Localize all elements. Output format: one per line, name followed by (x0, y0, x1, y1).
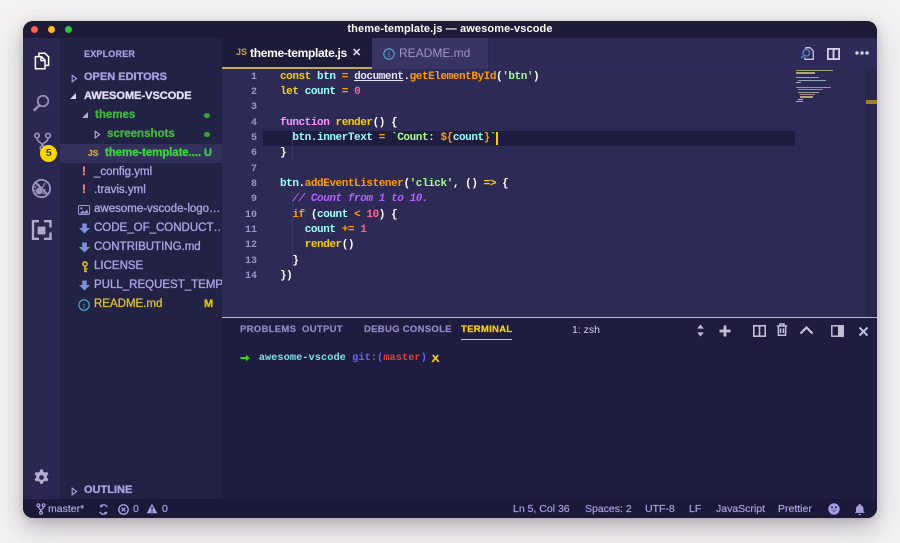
svg-text:i: i (83, 301, 86, 310)
svg-text:i: i (388, 50, 391, 59)
